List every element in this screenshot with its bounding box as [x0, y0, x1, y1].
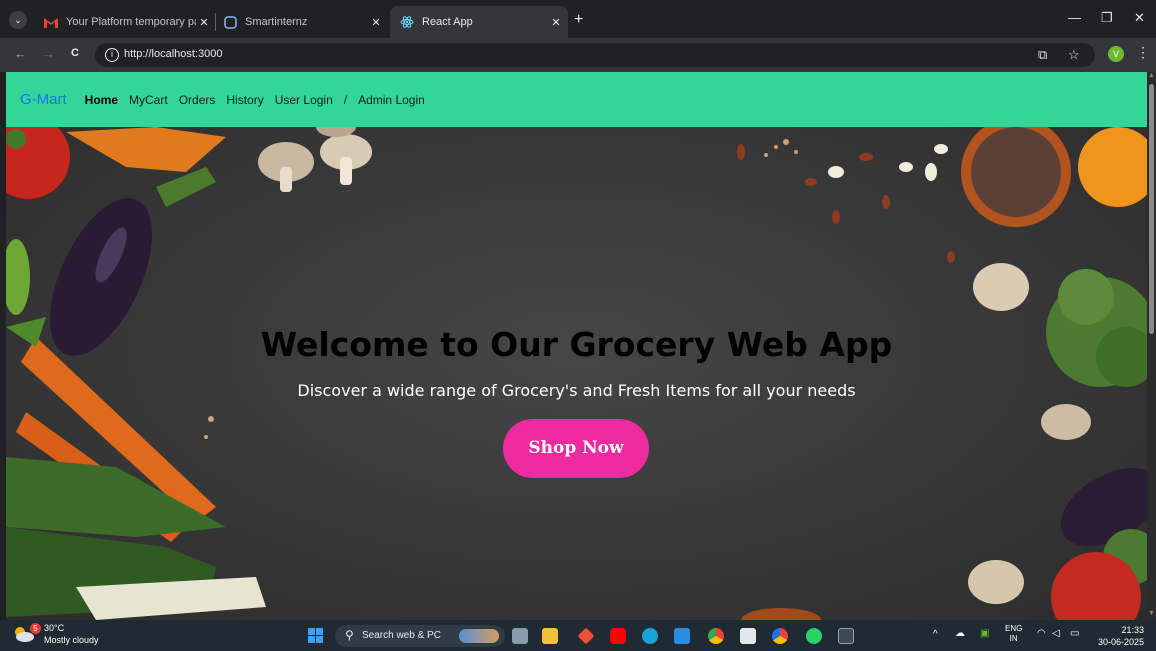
- clock-date: 30-06-2025: [1097, 637, 1144, 647]
- windows-taskbar: 5 30°C Mostly cloudy ⚲ Search web & PC ^…: [0, 620, 1156, 651]
- edge-icon[interactable]: [642, 628, 658, 644]
- menu-kebab-icon[interactable]: ⋮: [1136, 44, 1150, 61]
- browser-toolbar: ← → C i http://localhost:3000 ⧉ ☆: [0, 38, 1156, 72]
- restore-button[interactable]: ❐: [1101, 10, 1113, 26]
- windows-start-icon[interactable]: [308, 628, 324, 644]
- region-code: IN: [1009, 634, 1018, 643]
- search-icon: ⚲: [345, 628, 354, 642]
- page-viewport: G-Mart Home MyCart Orders History User L…: [6, 72, 1147, 620]
- cast-icon[interactable]: ⧉: [1038, 47, 1047, 63]
- react-icon: [400, 15, 414, 29]
- tab-title: Smartinternz: [245, 16, 308, 28]
- close-window-button[interactable]: ✕: [1134, 10, 1145, 26]
- battery-icon[interactable]: ▭: [1070, 628, 1079, 639]
- nav-mycart[interactable]: MyCart: [129, 93, 168, 107]
- file-explorer-icon[interactable]: [542, 628, 558, 644]
- tab-title: React App: [422, 16, 473, 28]
- nav-separator: /: [343, 92, 348, 107]
- brand-logo[interactable]: G-Mart: [20, 91, 67, 108]
- close-tab-icon[interactable]: ✕: [368, 16, 384, 29]
- search-placeholder: Search web & PC: [362, 630, 441, 641]
- nav-home[interactable]: Home: [85, 93, 118, 107]
- page-scrollbar[interactable]: ▲ ▼: [1147, 72, 1156, 620]
- tab-react-app[interactable]: React App ✕: [390, 6, 568, 38]
- weather-temperature[interactable]: 30°C: [44, 623, 64, 633]
- git-icon[interactable]: [577, 627, 595, 645]
- language-indicator[interactable]: ENG IN: [1005, 624, 1022, 644]
- weather-condition[interactable]: Mostly cloudy: [44, 635, 99, 645]
- url-text[interactable]: http://localhost:3000: [124, 48, 222, 60]
- site-navbar: G-Mart Home MyCart Orders History User L…: [6, 72, 1147, 127]
- scroll-thumb[interactable]: [1149, 84, 1154, 334]
- new-tab-button[interactable]: +: [574, 12, 583, 28]
- close-tab-icon[interactable]: ✕: [548, 16, 564, 29]
- clock-time: 21:33: [1121, 625, 1144, 635]
- search-highlight-image: [459, 629, 499, 643]
- forward-button[interactable]: →: [42, 46, 55, 61]
- tray-network-app-icon[interactable]: ▣: [980, 628, 989, 639]
- site-info-icon[interactable]: i: [105, 48, 119, 62]
- tray-app-icon[interactable]: ☁: [955, 628, 965, 639]
- youtube-icon[interactable]: [610, 628, 626, 644]
- close-tab-icon[interactable]: ✕: [196, 16, 212, 29]
- whatsapp-icon[interactable]: [806, 628, 822, 644]
- tab-gmail[interactable]: Your Platform temporary passw ✕: [36, 6, 216, 38]
- weather-badge: 5: [30, 623, 41, 634]
- gmail-icon: [44, 15, 58, 29]
- terminal-icon[interactable]: [838, 628, 854, 644]
- task-view-icon[interactable]: [512, 628, 528, 644]
- nav-admin-login[interactable]: Admin Login: [358, 93, 425, 107]
- tab-title: Your Platform temporary passw: [66, 16, 196, 28]
- nav-history[interactable]: History: [226, 93, 263, 107]
- hero-background-image: [6, 127, 1147, 620]
- tab-divider: [215, 13, 216, 31]
- address-bar[interactable]: i http://localhost:3000 ⧉ ☆: [95, 43, 1095, 67]
- back-button[interactable]: ←: [14, 46, 27, 61]
- wifi-icon[interactable]: ◠: [1037, 628, 1046, 639]
- smartinternz-icon: [223, 15, 237, 29]
- tab-smartinternz[interactable]: Smartinternz ✕: [218, 6, 388, 38]
- hero-title: Welcome to Our Grocery Web App: [260, 325, 893, 364]
- scroll-down-icon[interactable]: ▼: [1148, 610, 1155, 617]
- profile-avatar[interactable]: V: [1108, 46, 1124, 62]
- tray-overflow-icon[interactable]: ^: [933, 629, 938, 640]
- volume-icon[interactable]: ◁: [1052, 628, 1060, 639]
- chrome-icon[interactable]: [708, 628, 724, 644]
- bookmark-star-icon[interactable]: ☆: [1068, 47, 1080, 63]
- hero-banner: Welcome to Our Grocery Web App Discover …: [6, 127, 1147, 620]
- shop-now-button[interactable]: Shop Now: [503, 419, 649, 478]
- chrome-profile-icon[interactable]: [772, 628, 788, 644]
- nav-orders[interactable]: Orders: [179, 93, 216, 107]
- tab-search-button[interactable]: ⌄: [9, 11, 27, 29]
- language-code: ENG: [1005, 624, 1023, 633]
- vscode-icon[interactable]: [674, 628, 690, 644]
- nav-user-login[interactable]: User Login: [275, 93, 333, 107]
- taskbar-search[interactable]: ⚲ Search web & PC: [335, 625, 505, 647]
- hero-subtitle: Discover a wide range of Grocery's and F…: [297, 381, 856, 400]
- browser-tab-strip: ⌄ Your Platform temporary passw ✕ Smarti…: [0, 0, 1156, 38]
- calendar-app-icon[interactable]: [740, 628, 756, 644]
- scroll-up-icon[interactable]: ▲: [1148, 72, 1155, 79]
- taskbar-clock[interactable]: 21:33 30-06-2025: [1096, 624, 1144, 648]
- reload-button[interactable]: C: [71, 47, 79, 59]
- minimize-button[interactable]: —: [1068, 10, 1081, 25]
